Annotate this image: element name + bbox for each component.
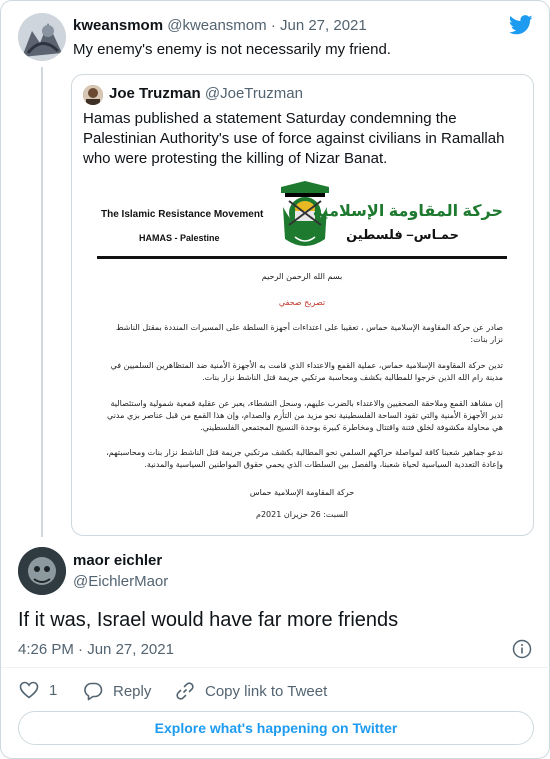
divider xyxy=(1,667,550,668)
doc-org-english-sub: HAMAS - Palestine xyxy=(139,233,220,243)
quoted-header: Joe Truzman @JoeTruzman xyxy=(109,85,303,102)
hamas-statement-image[interactable]: The Islamic Resistance Movement HAMAS - … xyxy=(97,179,507,529)
doc-paragraph-4: ندعو جماهير شعبنا كافة لمواصلة حراكهم ال… xyxy=(106,448,503,469)
link-icon xyxy=(176,682,194,700)
doc-org-english: The Islamic Resistance Movement xyxy=(101,209,264,220)
explore-button[interactable]: Explore what's happening on Twitter xyxy=(18,711,534,745)
tweet-text: My enemy's enemy is not necessarily my f… xyxy=(73,41,391,58)
doc-basmala: بسم الله الرحمن الرحيم xyxy=(261,272,343,281)
reply-label: Reply xyxy=(113,682,152,700)
doc-header-rule xyxy=(97,256,507,259)
quoted-avatar-image-icon xyxy=(83,85,103,105)
doc-paragraph-3: إن مشاهد القمع وملاحقة الصحفيين والاعتدا… xyxy=(107,399,503,432)
copy-link-button[interactable]: Copy link to Tweet xyxy=(175,681,327,701)
handle[interactable]: @kweansmom xyxy=(167,17,266,34)
doc-signature: حركة المقاومة الإسلامية حماس xyxy=(249,488,355,497)
info-icon[interactable] xyxy=(512,639,532,659)
reply-bubble-icon xyxy=(84,682,103,701)
tweet-card: kweansmom @kweansmom · Jun 27, 2021 My e… xyxy=(0,0,550,759)
quoted-text: Hamas published a statement Saturday con… xyxy=(83,110,505,167)
quoted-display-name[interactable]: Joe Truzman xyxy=(109,85,201,102)
copy-link-label: Copy link to Tweet xyxy=(205,682,328,700)
reply-handle[interactable]: @EichlerMaor xyxy=(73,573,168,590)
quoted-handle[interactable]: @JoeTruzman xyxy=(205,85,303,102)
doc-org-arabic-sub: حمـاس– فلسطين xyxy=(346,227,459,242)
reply-timestamp: 4:26 PM · Jun 27, 2021 xyxy=(18,641,174,658)
avatar-image-icon xyxy=(18,13,66,61)
reply-time[interactable]: 4:26 PM xyxy=(18,641,74,658)
twitter-logo-icon[interactable] xyxy=(509,15,533,35)
thread-line xyxy=(41,67,43,537)
heart-icon xyxy=(19,681,39,699)
reply-text: If it was, Israel would have far more fr… xyxy=(18,609,399,631)
tweet-date[interactable]: Jun 27, 2021 xyxy=(280,17,367,34)
doc-paragraph-2: تدين حركة المقاومة الإسلامية حماس، عملية… xyxy=(110,361,503,382)
tweet-header: kweansmom @kweansmom · Jun 27, 2021 xyxy=(73,17,367,34)
doc-org-arabic: حركة المقاومة الإسلامية xyxy=(312,203,503,220)
like-count: 1 xyxy=(49,681,58,699)
reply-avatar[interactable] xyxy=(18,547,66,595)
reply-display-name[interactable]: maor eichler xyxy=(73,552,162,569)
separator: · xyxy=(270,17,276,34)
reply-button[interactable]: Reply xyxy=(83,681,151,701)
reply-avatar-image-icon xyxy=(18,547,66,595)
display-name[interactable]: kweansmom xyxy=(73,17,163,34)
reply-date[interactable]: Jun 27, 2021 xyxy=(87,641,174,658)
doc-date: السبت: 26 حزيران 2021م xyxy=(256,510,348,519)
doc-paragraph-1: صادر عن حركة المقاومة الإسلامية حماس ، ت… xyxy=(116,323,503,344)
avatar[interactable] xyxy=(18,13,66,61)
doc-statement-title: تصريح صحفي xyxy=(278,298,326,307)
quoted-avatar[interactable] xyxy=(83,85,103,105)
separator: · xyxy=(78,641,84,658)
like-button[interactable]: 1 xyxy=(19,681,57,699)
